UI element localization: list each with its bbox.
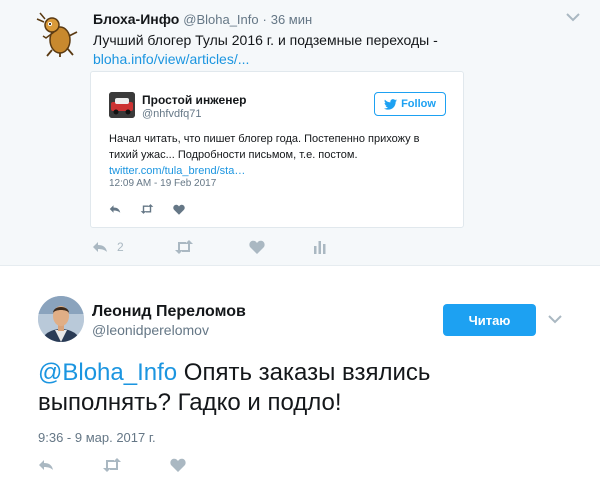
parent-tweet[interactable]: Блоха-Инфо @Bloha_Info · 36 мин Лучший б… (0, 0, 600, 266)
twitter-bird-icon (384, 98, 398, 110)
retweet-icon[interactable] (102, 458, 122, 472)
parent-analytics-action[interactable] (313, 240, 327, 254)
flea-mascot-icon (34, 10, 82, 58)
quoted-follow-button[interactable]: Follow (374, 92, 446, 116)
following-button[interactable]: Читаю (443, 304, 536, 336)
quoted-timestamp[interactable]: 12:09 AM - 19 Feb 2017 (109, 178, 216, 189)
car-photo-icon (109, 92, 135, 118)
reply-icon[interactable] (92, 241, 108, 253)
like-icon[interactable] (170, 458, 186, 472)
quoted-tweet-card[interactable]: Простой инженер @nhfvdfq71 Follow Начал … (90, 71, 464, 228)
parent-text: Лучший блогер Тулы 2016 г. и подземные п… (93, 31, 453, 69)
parent-reply-action[interactable]: 2 (92, 240, 174, 254)
parent-handle[interactable]: @Bloha_Info (183, 12, 258, 27)
retweet-icon[interactable] (140, 204, 154, 214)
like-icon[interactable] (173, 204, 185, 215)
main-name[interactable]: Леонид Переломов (92, 303, 246, 321)
retweet-icon[interactable] (174, 240, 194, 254)
parent-actions: 2 (92, 240, 327, 254)
like-icon[interactable] (249, 240, 265, 254)
reply-icon[interactable] (38, 459, 54, 471)
parent-avatar[interactable] (34, 10, 82, 58)
analytics-icon[interactable] (313, 240, 327, 254)
parent-time[interactable]: 36 мин (271, 12, 312, 27)
parent-link[interactable]: bloha.info/view/articles/... (93, 51, 249, 67)
parent-retweet-action[interactable] (174, 240, 249, 254)
main-text: @Bloha_Info Опять заказы взялись выполня… (38, 358, 558, 418)
quoted-text: Начал читать, что пишет блогер года. Пос… (109, 131, 449, 179)
main-avatar[interactable] (38, 296, 84, 342)
main-handle[interactable]: @leonidperelomov (92, 322, 209, 338)
main-mention[interactable]: @Bloha_Info (38, 359, 177, 386)
parent-name[interactable]: Блоха-Инфо (93, 11, 179, 27)
quoted-text-body: Начал читать, что пишет блогер года. Пос… (109, 133, 420, 161)
parent-like-action[interactable] (249, 240, 313, 254)
quoted-name[interactable]: Простой инженер (142, 93, 246, 107)
quoted-actions (109, 204, 185, 215)
chevron-down-icon[interactable] (548, 314, 562, 324)
quoted-link[interactable]: twitter.com/tula_brend/sta… (109, 165, 245, 177)
quoted-follow-label: Follow (401, 98, 436, 110)
parent-text-body: Лучший блогер Тулы 2016 г. и подземные п… (93, 32, 438, 48)
reply-icon[interactable] (109, 204, 121, 214)
parent-header: Блоха-Инфо @Bloha_Info · 36 мин (93, 11, 312, 27)
quoted-handle[interactable]: @nhfvdfq71 (142, 108, 202, 120)
user-photo-icon (38, 296, 84, 342)
parent-reply-count: 2 (117, 240, 124, 254)
chevron-down-icon[interactable] (566, 12, 580, 22)
parent-separator: · (262, 12, 267, 27)
quoted-avatar[interactable] (109, 92, 135, 118)
main-timestamp[interactable]: 9:36 - 9 мар. 2017 г. (38, 430, 156, 445)
main-actions (38, 458, 186, 472)
